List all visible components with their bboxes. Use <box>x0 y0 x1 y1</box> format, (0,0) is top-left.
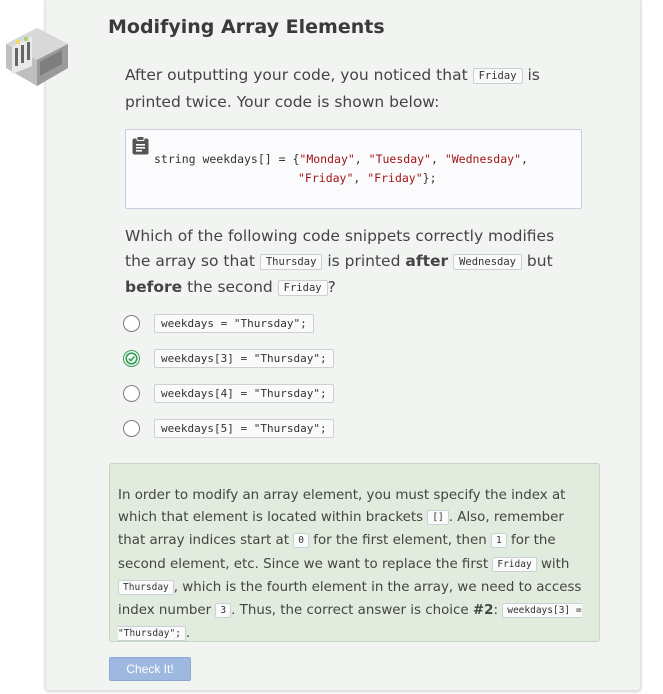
code-line-2: "Friday", "Friday"}; <box>298 171 437 185</box>
option-code[interactable]: weekdays = "Thursday"; <box>154 314 314 333</box>
intro-text: After outputting your code, you noticed … <box>125 66 540 111</box>
code-line-1: string weekdays[] = {"Monday", "Tuesday"… <box>154 152 528 166</box>
inline-code: Friday <box>472 68 523 84</box>
radio-button[interactable] <box>123 315 140 332</box>
radio-button[interactable] <box>123 385 140 402</box>
check-circle-icon <box>125 352 138 365</box>
option-code[interactable]: weekdays[4] = "Thursday"; <box>154 384 334 403</box>
radio-button-checked[interactable] <box>123 350 140 367</box>
option-code[interactable]: weekdays[5] = "Thursday"; <box>154 419 334 438</box>
code-block: string weekdays[] = {"Monday", "Tuesday"… <box>125 129 582 209</box>
page-title: Modifying Array Elements <box>108 16 385 38</box>
explanation-panel: In order to modify an array element, you… <box>109 463 600 642</box>
option-code[interactable]: weekdays[3] = "Thursday"; <box>154 349 334 368</box>
explanation-text: In order to modify an array element, you… <box>118 488 582 642</box>
clipboard-icon[interactable] <box>132 136 149 155</box>
check-it-button[interactable]: Check It! <box>109 657 191 681</box>
server-rack-logo-icon <box>6 28 68 86</box>
question-text: Which of the following code snippets cor… <box>125 227 555 296</box>
radio-button[interactable] <box>123 420 140 437</box>
